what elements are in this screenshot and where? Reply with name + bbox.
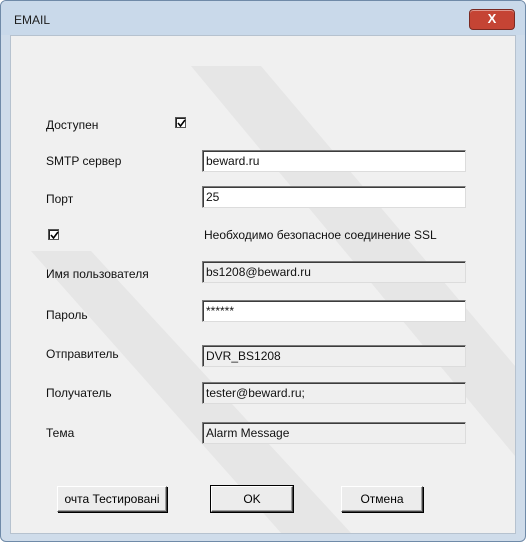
- ok-button[interactable]: OK: [211, 486, 293, 512]
- checkmark-icon: [50, 231, 59, 240]
- subject-input[interactable]: Alarm Message: [202, 422, 466, 444]
- username-label: Имя пользователя: [46, 267, 149, 281]
- username-input[interactable]: bs1208@beward.ru: [202, 261, 466, 283]
- title-bar: EMAIL X: [1, 1, 525, 35]
- recipient-input[interactable]: tester@beward.ru;: [202, 382, 466, 404]
- cancel-button[interactable]: Отмена: [341, 486, 423, 512]
- test-mail-button[interactable]: очта Тестировані: [57, 486, 167, 512]
- smtp-server-label: SMTP сервер: [46, 154, 122, 168]
- password-label: Пароль: [46, 308, 88, 322]
- email-dialog-window: EMAIL X Доступен SMTP сервер beward.ru П…: [0, 0, 526, 542]
- checkmark-icon: [177, 119, 186, 128]
- close-button[interactable]: X: [469, 9, 515, 30]
- recipient-label: Получатель: [46, 386, 112, 400]
- sender-input[interactable]: DVR_BS1208: [202, 345, 466, 367]
- ssl-checkbox[interactable]: [48, 229, 59, 240]
- enabled-label: Доступен: [46, 118, 99, 132]
- subject-label: Тема: [46, 426, 75, 440]
- dialog-client-area: Доступен SMTP сервер beward.ru Порт 25 Н…: [10, 35, 516, 534]
- smtp-server-input[interactable]: beward.ru: [202, 150, 466, 172]
- port-input[interactable]: 25: [202, 186, 466, 208]
- password-input[interactable]: ******: [202, 300, 466, 322]
- sender-label: Отправитель: [46, 347, 119, 361]
- port-label: Порт: [46, 192, 74, 206]
- window-title: EMAIL: [14, 13, 51, 27]
- close-icon: X: [487, 11, 497, 26]
- watermark-graphic: [31, 66, 515, 533]
- enabled-checkbox[interactable]: [175, 117, 186, 128]
- ssl-label: Необходимо безопасное соединение SSL: [204, 228, 437, 242]
